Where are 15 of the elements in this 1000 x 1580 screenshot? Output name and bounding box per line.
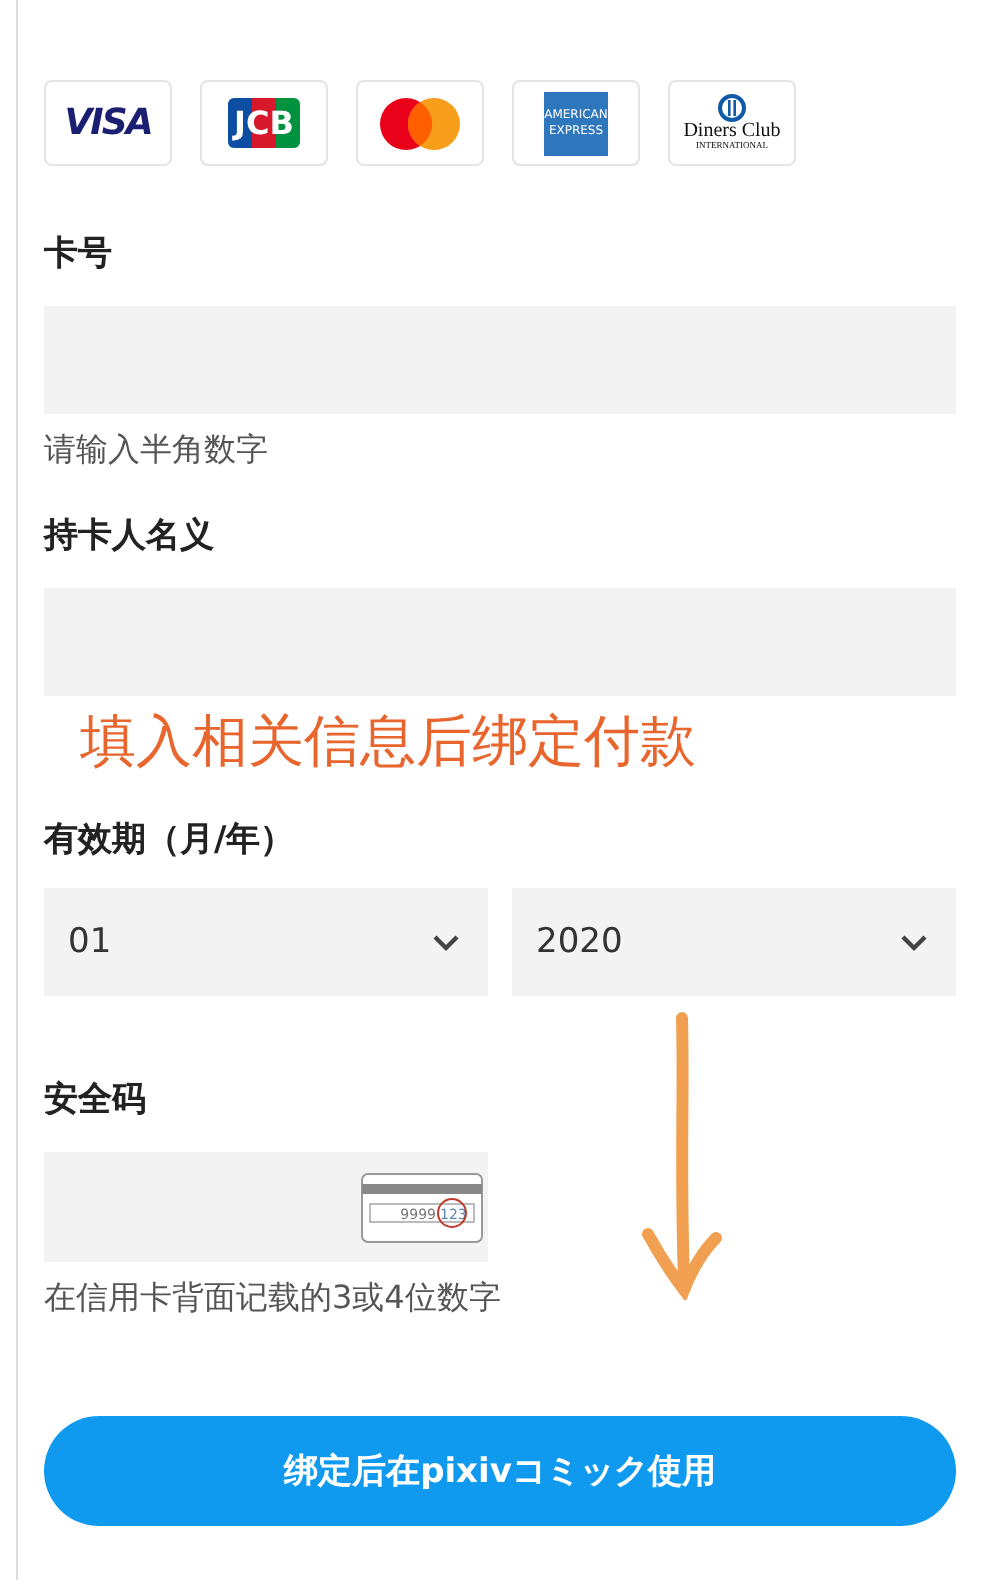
field-label: 安全码	[44, 1078, 148, 1124]
chevron-down-icon	[900, 933, 928, 951]
field-label: 持卡人名义	[44, 514, 216, 560]
field-hint: 在信用卡背面记载的3或4位数字	[44, 1278, 503, 1320]
circles-logo-icon	[378, 95, 462, 151]
diners-logo-text: Diners Club	[683, 122, 781, 143]
field-label: 有效期（月/年）	[44, 818, 297, 864]
chevron-down-icon	[432, 933, 460, 951]
year-dropdown[interactable]: 2020	[512, 888, 956, 996]
annotation-text: 填入相关信息后绑定付款	[78, 706, 698, 778]
month-dropdown[interactable]: 01	[44, 888, 488, 996]
field-hint: 请输入半角数字	[44, 430, 270, 472]
visa-logo-text: VISA	[64, 102, 152, 144]
field-label: 卡号	[44, 232, 114, 278]
ring-logo-icon	[717, 94, 746, 123]
